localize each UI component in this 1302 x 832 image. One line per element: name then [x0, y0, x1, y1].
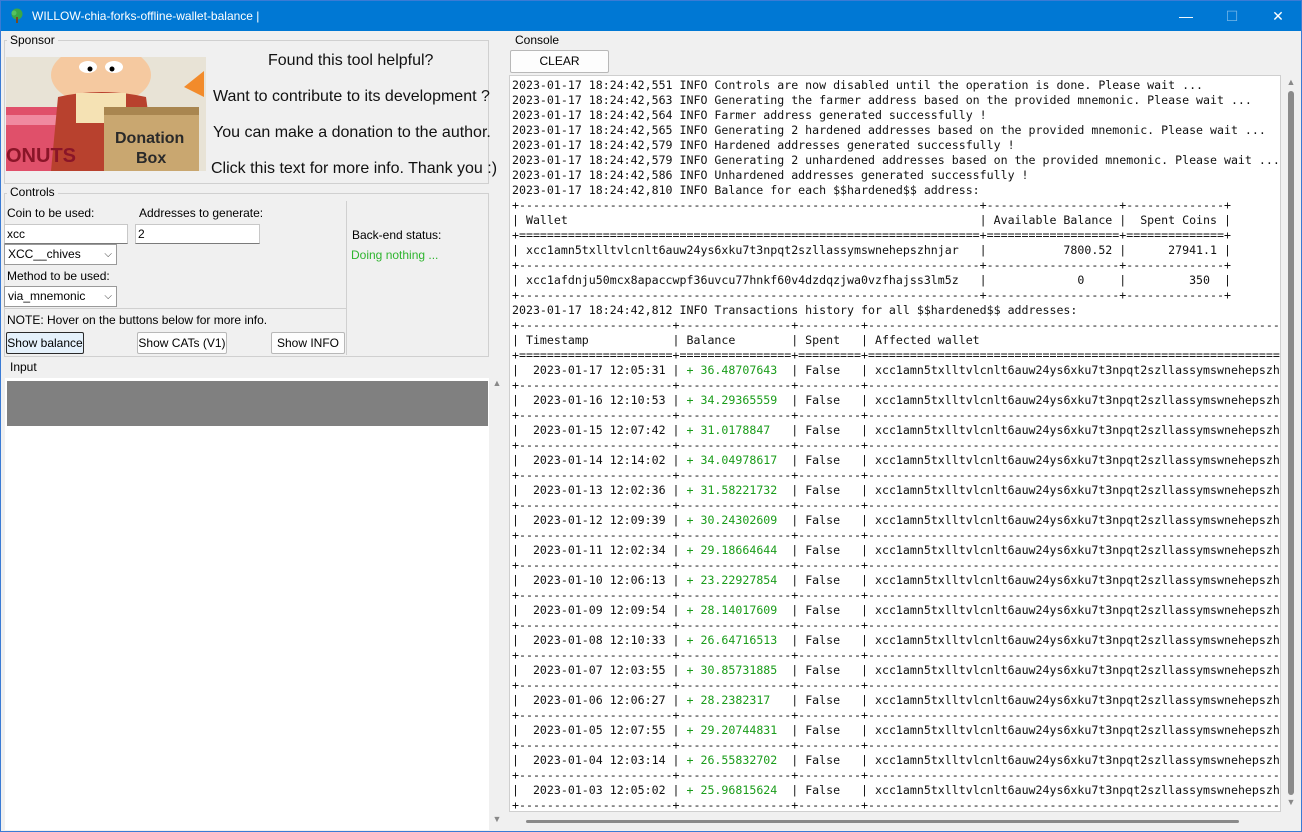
chevron-down-icon: ⌵ [104, 249, 112, 260]
input-textarea[interactable] [5, 378, 489, 830]
sponsor-line-3[interactable]: You can make a donation to the author. [213, 124, 491, 142]
sponsor-line-1[interactable]: Found this tool helpful? [268, 52, 433, 70]
clear-console-button[interactable]: CLEAR CONSOLE [510, 50, 609, 89]
backend-status-label: Back-end status: [352, 228, 442, 242]
controls-group-label: Controls [7, 185, 58, 199]
console-text: 2023-01-17 18:24:42,551 INFO Controls ar… [512, 78, 1281, 812]
title-bar[interactable]: WILLOW-chia-forks-offline-wallet-balance… [1, 1, 1301, 31]
addresses-input[interactable]: 2 [135, 224, 260, 244]
willow-tree-icon [11, 8, 23, 23]
minimize-button[interactable]: — [1163, 1, 1209, 31]
method-label: Method to be used: [7, 269, 110, 283]
input-scrollbar[interactable]: ▲ ▼ [489, 376, 505, 830]
input-group-label: Input [7, 360, 40, 374]
addresses-label: Addresses to generate: [139, 206, 264, 220]
close-button[interactable]: ✕ [1255, 1, 1301, 31]
hover-note: NOTE: Hover on the buttons below for mor… [7, 313, 268, 327]
show-balance-button[interactable]: Show balance [6, 332, 84, 354]
note-divider [4, 308, 346, 309]
app-window: WILLOW-chia-forks-offline-wallet-balance… [0, 0, 1302, 832]
console-group-label: Console [512, 33, 563, 47]
method-select[interactable]: via_mnemonic ⌵ [4, 286, 117, 307]
donation-box-text-2: Box [136, 150, 167, 167]
scroll-up-icon[interactable]: ▲ [489, 378, 505, 388]
input-selection-bar [7, 381, 488, 426]
console-horizontal-scroll-thumb[interactable] [526, 820, 1239, 823]
scroll-down-icon[interactable]: ▼ [489, 814, 505, 824]
coin-input[interactable]: xcc [4, 224, 128, 244]
coin-select[interactable]: XCC__chives ⌵ [4, 244, 117, 265]
show-cats-button[interactable]: Show CATs (V1) [137, 332, 227, 354]
console-vertical-scroll-thumb[interactable] [1288, 91, 1294, 795]
sponsor-line-4[interactable]: Click this text for more info. Thank you… [211, 160, 497, 178]
sponsor-group-label: Sponsor [7, 33, 58, 47]
controls-divider [346, 201, 347, 355]
chevron-down-icon: ⌵ [104, 291, 112, 302]
console-output[interactable]: 2023-01-17 18:24:42,551 INFO Controls ar… [509, 75, 1281, 812]
method-select-value: via_mnemonic [8, 289, 86, 303]
donuts-text: ONUTS [6, 145, 76, 167]
maximize-button[interactable]: ☐ [1209, 1, 1255, 31]
donation-box-text: Donation [115, 130, 185, 147]
scroll-down-icon[interactable]: ▼ [1283, 797, 1299, 807]
sponsor-line-2[interactable]: Want to contribute to its development ? [213, 88, 490, 106]
show-info-button[interactable]: Show INFO [271, 332, 345, 354]
coin-label: Coin to be used: [7, 206, 95, 220]
window-title: WILLOW-chia-forks-offline-wallet-balance… [32, 9, 260, 23]
donation-box-image[interactable]: Donation Box ONUTS [6, 57, 206, 171]
coin-select-value: XCC__chives [8, 247, 81, 261]
scroll-up-icon[interactable]: ▲ [1283, 77, 1299, 87]
backend-status-value: Doing nothing ... [351, 248, 439, 262]
